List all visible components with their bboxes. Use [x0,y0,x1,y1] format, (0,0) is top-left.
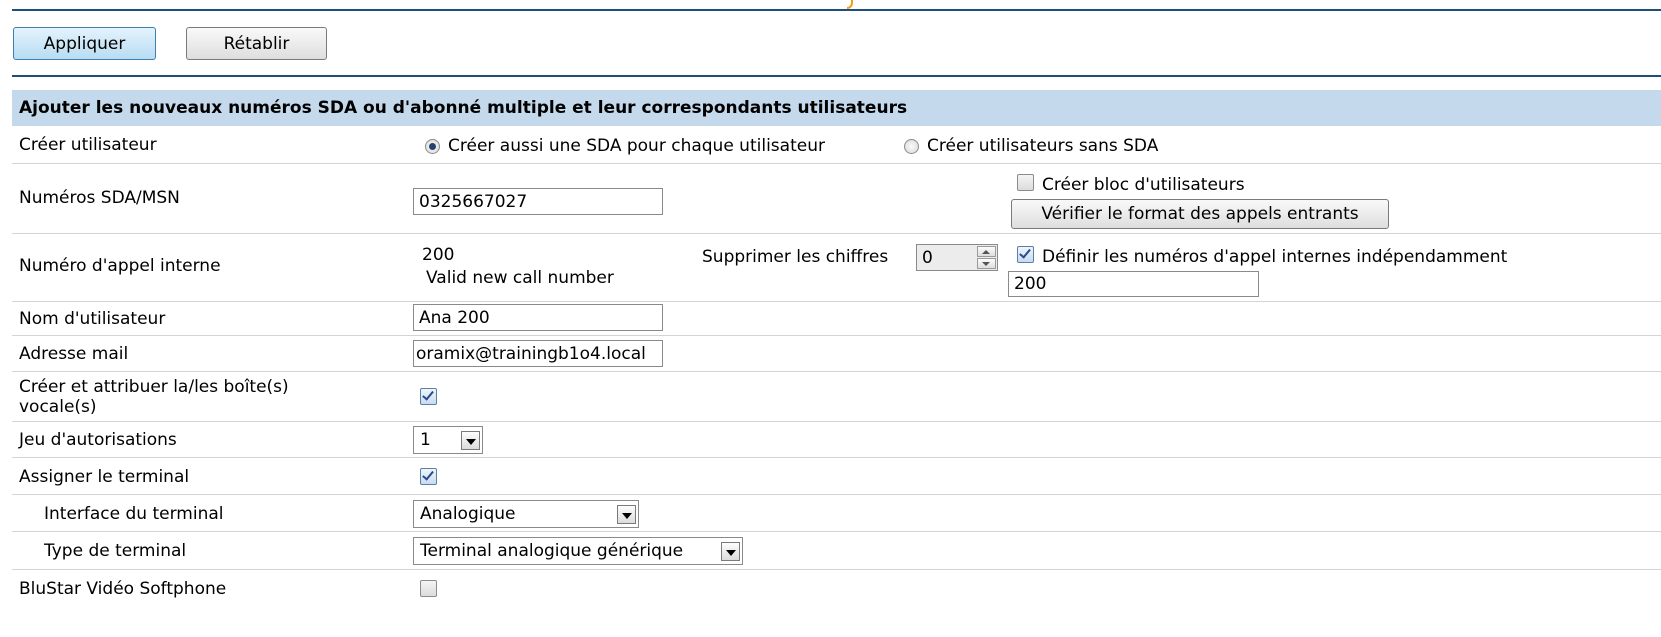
terminal-interface-select[interactable]: Analogique [413,500,639,528]
auth-set-label: Jeu d'autorisations [19,430,177,450]
email-input[interactable]: oramix@trainingb1o4.local [413,340,663,367]
chevron-down-icon[interactable] [617,505,636,524]
spin-up-icon[interactable] [977,246,996,257]
orange-accent [847,0,853,9]
terminal-interface-value: Analogique [420,504,516,524]
auth-set-value: 1 [420,430,431,450]
terminal-type-row: Type de terminal Terminal analogique gén… [12,532,1661,570]
checkmark-icon [1019,246,1031,259]
chevron-down-icon[interactable] [461,431,480,450]
checkmark-icon [422,468,434,481]
internal-number-row: Numéro d'appel interne 200 Valid new cal… [12,234,1661,302]
voicemail-label: Créer et attribuer la/les boîte(s) vocal… [19,377,289,417]
checkmark-icon [422,388,434,401]
create-block-checkbox[interactable] [1017,174,1034,191]
email-row: Adresse mail oramix@trainingb1o4.local [12,336,1661,372]
assign-terminal-label: Assigner le terminal [19,467,190,487]
voicemail-checkbox[interactable] [420,388,437,405]
terminal-interface-row: Interface du terminal Analogique [12,495,1661,532]
auth-set-row: Jeu d'autorisations 1 [12,422,1661,458]
strip-digits-spinner[interactable]: 0 [916,244,998,271]
terminal-type-value: Terminal analogique générique [420,541,684,561]
username-label: Nom d'utilisateur [19,309,166,329]
create-user-row: Créer utilisateur Créer aussi une SDA po… [12,126,1661,164]
strip-digits-value: 0 [922,248,933,268]
radio-create-without-sda[interactable] [904,139,919,154]
define-independently-checkbox[interactable] [1017,246,1034,263]
sda-label: Numéros SDA/MSN [19,188,180,208]
radio-create-with-sda[interactable] [425,139,440,154]
radio-create-with-sda-label[interactable]: Créer aussi une SDA pour chaque utilisat… [448,136,825,156]
bluestar-row: BluStar Vidéo Softphone [12,570,1661,607]
voicemail-row: Créer et attribuer la/les boîte(s) vocal… [12,372,1661,422]
sda-row: Numéros SDA/MSN 0325667027 Créer bloc d'… [12,164,1661,234]
apply-button[interactable]: Appliquer [13,27,156,60]
internal-number-status: Valid new call number [426,268,614,288]
create-block-label: Créer bloc d'utilisateurs [1042,175,1245,195]
toolbar-divider [12,75,1661,77]
username-input[interactable]: Ana 200 [413,304,663,331]
section-title: Ajouter les nouveaux numéros SDA ou d'ab… [12,90,1661,126]
create-user-label: Créer utilisateur [19,135,157,155]
internal-number-label: Numéro d'appel interne [19,256,221,276]
auth-set-select[interactable]: 1 [413,426,483,454]
terminal-interface-label: Interface du terminal [44,504,224,524]
strip-digits-label: Supprimer les chiffres [702,247,889,267]
internal-number-value: 200 [422,245,455,265]
email-label: Adresse mail [19,344,129,364]
assign-terminal-row: Assigner le terminal [12,458,1661,495]
top-divider [12,0,1661,11]
radio-create-without-sda-label[interactable]: Créer utilisateurs sans SDA [927,136,1158,156]
terminal-type-label: Type de terminal [44,541,187,561]
define-independently-input[interactable]: 200 [1008,271,1259,297]
define-independently-label: Définir les numéros d'appel internes ind… [1042,247,1508,267]
sda-input[interactable]: 0325667027 [413,188,663,215]
reset-button[interactable]: Rétablir [186,27,327,60]
bluestar-label: BluStar Vidéo Softphone [19,579,227,599]
verify-format-button[interactable]: Vérifier le format des appels entrants [1011,199,1389,229]
spin-down-icon[interactable] [977,258,996,269]
assign-terminal-checkbox[interactable] [420,468,437,485]
chevron-down-icon[interactable] [721,542,740,561]
username-row: Nom d'utilisateur Ana 200 [12,302,1661,336]
terminal-type-select[interactable]: Terminal analogique générique [413,537,743,565]
bluestar-checkbox[interactable] [420,580,437,597]
